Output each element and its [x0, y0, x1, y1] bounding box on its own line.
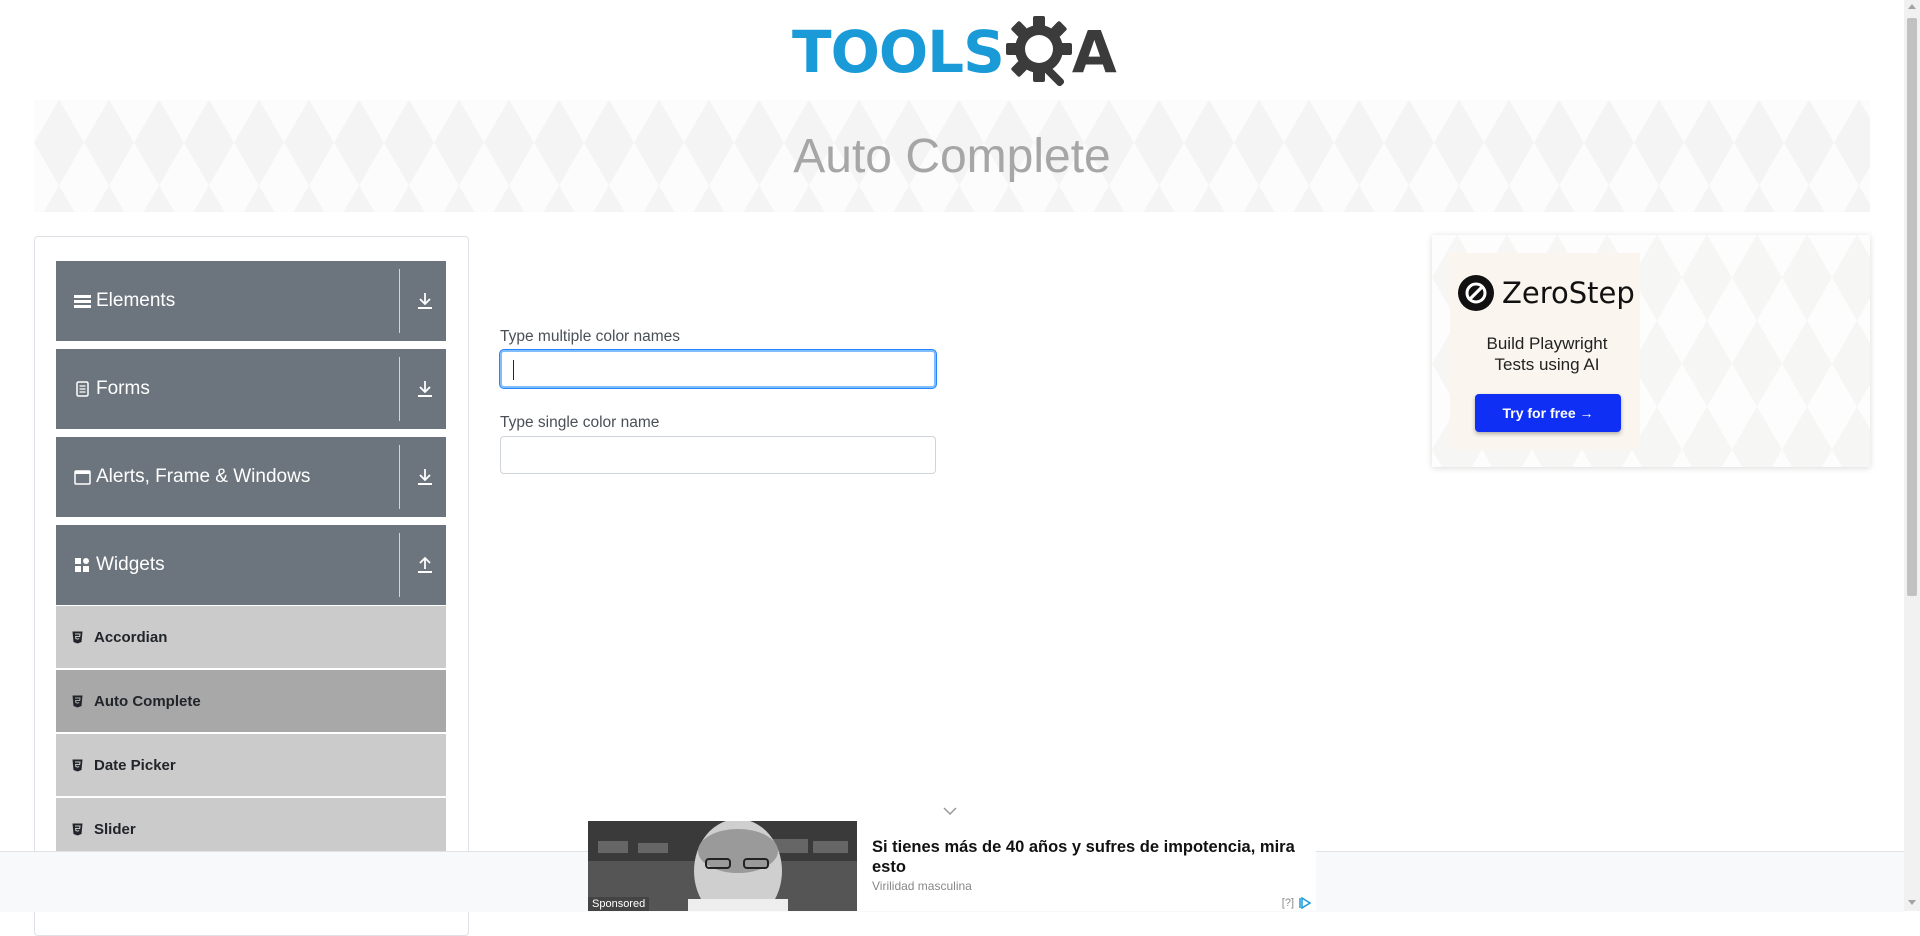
download-icon[interactable]	[416, 380, 434, 398]
html5-icon	[72, 759, 84, 772]
ad-help[interactable]: [?]	[1282, 897, 1294, 909]
sidebar-item-label: Slider	[94, 820, 136, 838]
sidebar-item-label: Auto Complete	[94, 692, 201, 710]
divider	[399, 533, 400, 597]
download-icon[interactable]	[416, 468, 434, 486]
sidebar-group-label: Alerts, Frame & Windows	[96, 466, 311, 487]
sponsored-label: Sponsored	[588, 897, 650, 911]
html5-icon	[72, 823, 84, 836]
logo-text-a: A	[1071, 18, 1117, 86]
sidebar-group-label: Forms	[96, 378, 150, 399]
text-caret	[513, 360, 514, 380]
download-icon[interactable]	[416, 292, 434, 310]
sidebar-item-auto-complete[interactable]: Auto Complete	[56, 670, 446, 732]
window-icon	[72, 469, 92, 485]
sidebar-group-forms[interactable]: Forms	[56, 349, 446, 429]
bottom-ad[interactable]: Sponsored Si tienes más de 40 años y suf…	[588, 821, 1316, 911]
try-for-free-button[interactable]: Try for free →	[1475, 394, 1621, 432]
ad-headline[interactable]: Si tienes más de 40 años y sufres de imp…	[872, 837, 1302, 877]
scroll-up-arrow[interactable]	[1908, 4, 1916, 9]
zerostep-icon	[1458, 275, 1494, 311]
sidebar-item-label: Accordian	[94, 628, 168, 646]
gear-magnifier-icon	[1005, 16, 1072, 87]
divider	[399, 269, 400, 333]
zerostep-logo: ZeroStep	[1458, 275, 1635, 311]
upload-icon[interactable]	[416, 556, 434, 574]
scrollbar-thumb[interactable]	[1907, 18, 1917, 596]
adchoices-icon[interactable]	[1298, 897, 1312, 909]
multiple-color-label: Type multiple color names	[500, 328, 681, 345]
sidebar-group-alerts-frame-windows[interactable]: Alerts, Frame & Windows	[56, 437, 446, 517]
chevron-down-icon[interactable]	[942, 806, 958, 816]
sidebar-item-accordian[interactable]: Accordian	[56, 606, 446, 668]
widgets-icon	[72, 557, 92, 573]
sidebar-group-elements[interactable]: Elements	[56, 261, 446, 341]
hamburger-icon	[72, 294, 92, 309]
multiple-color-input[interactable]	[500, 350, 936, 388]
sidebar-group-label: Widgets	[96, 554, 165, 575]
ad-image[interactable]: Sponsored	[588, 821, 857, 911]
ad-tagline-line1: Build Playwright	[1486, 334, 1608, 353]
ad-tagline-line2: Tests using AI	[1494, 355, 1600, 374]
single-color-label: Type single color name	[500, 414, 660, 431]
toolsqa-logo[interactable]: TOOLS A	[792, 14, 1117, 90]
logo-text-tools: TOOLS	[792, 18, 1005, 86]
ad-brand: ZeroStep	[1502, 276, 1635, 310]
divider	[399, 357, 400, 421]
single-color-input[interactable]	[500, 436, 936, 474]
document-icon	[72, 381, 92, 397]
ad-choices[interactable]: [?]	[1282, 897, 1312, 909]
page-banner: Auto Complete	[34, 100, 1870, 212]
sidebar-item-date-picker[interactable]: Date Picker	[56, 734, 446, 796]
ad-tagline: Build Playwright Tests using AI	[1432, 333, 1662, 375]
zerostep-ad[interactable]: ZeroStep Build Playwright Tests using AI…	[1432, 235, 1870, 467]
scroll-down-arrow[interactable]	[1908, 900, 1916, 905]
sidebar-group-label: Elements	[96, 290, 176, 311]
ad-source: Virilidad masculina	[872, 879, 972, 893]
sidebar-group-widgets[interactable]: Widgets	[56, 525, 446, 605]
html5-icon	[72, 695, 84, 708]
divider	[399, 445, 400, 509]
html5-icon	[72, 631, 84, 644]
sidebar-item-label: Date Picker	[94, 756, 176, 774]
page-title: Auto Complete	[793, 129, 1111, 183]
